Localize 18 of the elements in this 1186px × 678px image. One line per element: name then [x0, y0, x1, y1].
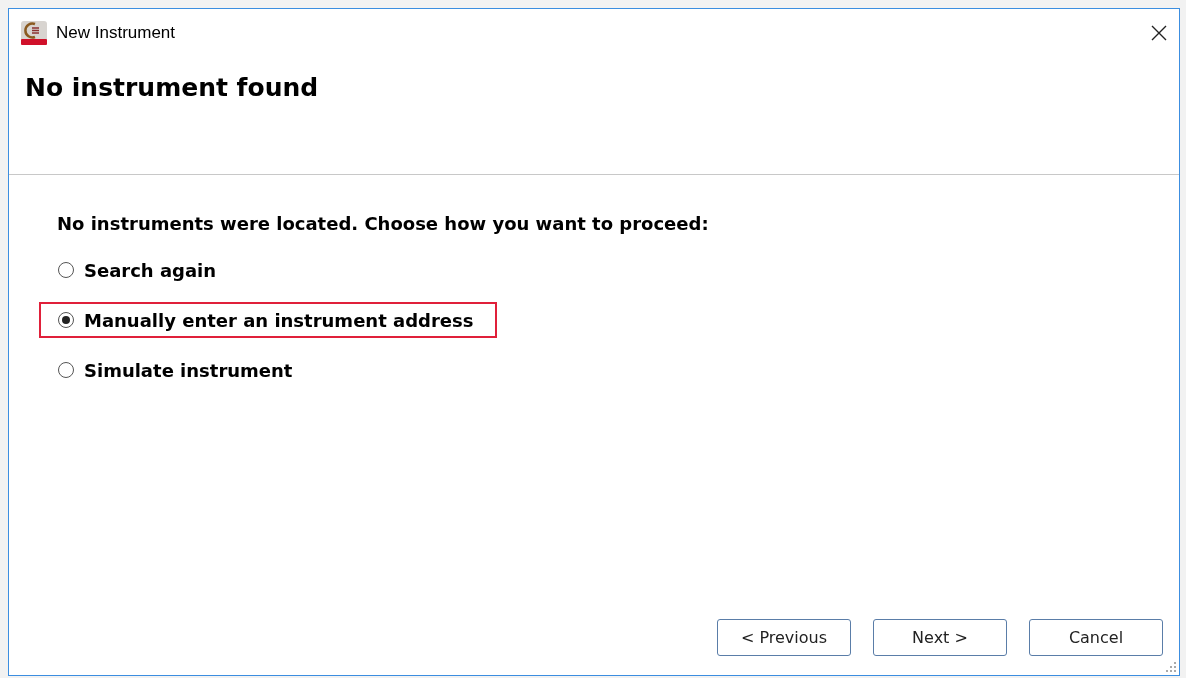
- close-icon: [1151, 25, 1167, 41]
- app-icon: [21, 21, 47, 45]
- wizard-button[interactable]: Cancel: [1029, 619, 1163, 656]
- page-heading: No instrument found: [25, 73, 320, 102]
- option-label: Manually enter an instrument address: [84, 309, 474, 331]
- highlighted-radio-option[interactable]: Manually enter an instrument address: [39, 302, 498, 338]
- radio-button[interactable]: [58, 262, 74, 278]
- resize-grip-icon[interactable]: [1165, 661, 1177, 673]
- radio-option[interactable]: Search again: [39, 252, 241, 288]
- radio-button[interactable]: [58, 362, 74, 378]
- instruction-text: No instruments were located. Choose how you want to proceed:: [57, 213, 710, 234]
- window-title: New Instrument: [56, 23, 177, 43]
- wizard-button[interactable]: < Previous: [717, 619, 851, 656]
- option-label: Simulate instrument: [84, 359, 293, 381]
- radio-button[interactable]: [58, 312, 74, 328]
- radio-option[interactable]: Simulate instrument: [39, 352, 317, 388]
- wizard-button[interactable]: Next >: [873, 619, 1007, 656]
- option-label: Search again: [84, 259, 217, 281]
